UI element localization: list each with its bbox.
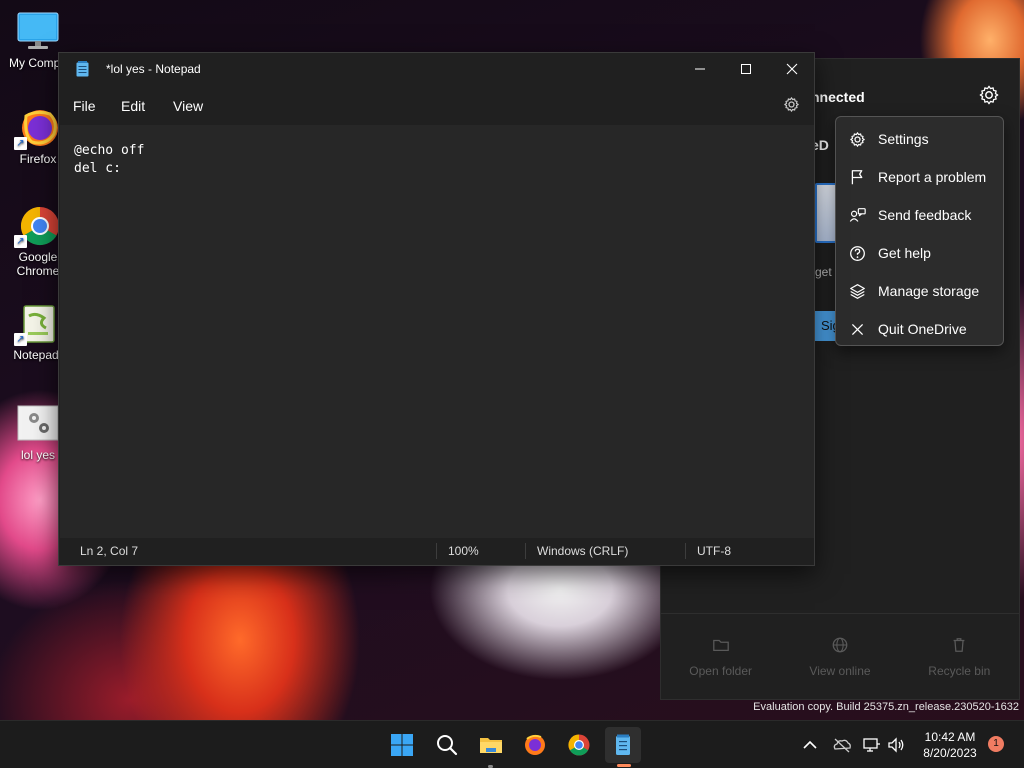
menu-item-label: Quit OneDrive: [878, 321, 967, 337]
text-editor[interactable]: @echo off del c:: [60, 125, 814, 538]
notepad-titlebar[interactable]: *lol yes - Notepad: [59, 53, 814, 85]
search-button[interactable]: [429, 727, 465, 763]
menu-item-quit-onedrive[interactable]: Quit OneDrive: [836, 310, 1003, 348]
menu-item-send-feedback[interactable]: Send feedback: [836, 196, 1003, 234]
clock-date[interactable]: 8/20/2023: [918, 746, 982, 760]
notepad-app-icon: [76, 61, 89, 77]
menu-item-label: Report a problem: [878, 169, 987, 185]
open-folder-label: Open folder: [689, 663, 753, 678]
close-button[interactable]: [769, 53, 815, 85]
active-app-indicator: [617, 764, 631, 767]
menu-item-label: Manage storage: [878, 283, 980, 299]
zoom-level[interactable]: 100%: [448, 544, 479, 558]
chrome-icon: ↗: [14, 204, 60, 248]
chevron-up-icon[interactable]: [800, 735, 820, 755]
desktop-icon-label: Notepad-: [13, 348, 63, 362]
evaluation-watermark: Evaluation copy. Build 25375.zn_release.…: [753, 701, 1019, 713]
search-icon: [437, 735, 458, 756]
notification-badge[interactable]: 1: [988, 736, 1004, 752]
volume-icon[interactable]: [886, 735, 906, 755]
menu-item-report-problem[interactable]: Report a problem: [836, 158, 1003, 196]
chrome-icon: [568, 734, 590, 756]
status-divider: [685, 543, 686, 559]
gear-icon: [850, 131, 865, 147]
file-explorer-button[interactable]: [473, 727, 509, 763]
clock-time[interactable]: 10:42 AM: [918, 730, 982, 744]
onedrive-settings-menu: Settings Report a problem Send feedback …: [835, 116, 1004, 346]
cursor-position: Ln 2, Col 7: [80, 544, 139, 558]
folder-icon: [712, 639, 729, 651]
status-divider: [436, 543, 437, 559]
view-online-label: View online: [809, 663, 871, 678]
taskbar: 10:42 AM 8/20/2023: [0, 720, 1024, 768]
notepad-app-icon: [616, 734, 630, 755]
close-icon: [786, 63, 798, 75]
chrome-taskbar-button[interactable]: [561, 727, 597, 763]
close-icon: [851, 323, 864, 335]
shortcut-arrow-icon: ↗: [14, 137, 27, 150]
feedback-icon: [849, 207, 866, 222]
minimize-icon: [695, 68, 705, 70]
firefox-taskbar-button[interactable]: [517, 727, 553, 763]
network-icon[interactable]: [862, 735, 882, 755]
onedrive-tray-icon[interactable]: [832, 735, 852, 755]
start-button[interactable]: [384, 727, 420, 763]
minimize-button[interactable]: [677, 53, 723, 85]
menu-item-settings[interactable]: Settings: [836, 120, 1003, 158]
notepad-taskbar-button[interactable]: [605, 727, 641, 763]
notepadpp-icon: ↗: [14, 302, 60, 346]
firefox-icon: [525, 734, 545, 755]
layers-icon: [850, 283, 865, 299]
flag-icon: [851, 169, 863, 184]
batch-file-icon: [16, 402, 60, 446]
view-online-button[interactable]: View online: [790, 636, 890, 678]
windows-logo-icon: [391, 734, 413, 756]
maximize-button[interactable]: [723, 53, 769, 85]
onedrive-status-text: nnected: [811, 89, 865, 105]
open-folder-button[interactable]: Open folder: [671, 636, 771, 678]
recycle-bin-label: Recycle bin: [928, 663, 991, 678]
line-ending[interactable]: Windows (CRLF): [537, 544, 628, 558]
gear-icon[interactable]: [978, 84, 1000, 106]
onedrive-description: get: [815, 265, 832, 279]
menu-edit[interactable]: Edit: [121, 98, 145, 114]
window-title: *lol yes - Notepad: [106, 62, 201, 76]
menu-view[interactable]: View: [173, 98, 203, 114]
menu-item-get-help[interactable]: Get help: [836, 234, 1003, 272]
menu-item-label: Send feedback: [878, 207, 972, 223]
shortcut-arrow-icon: ↗: [14, 235, 27, 248]
status-divider: [525, 543, 526, 559]
menu-item-manage-storage[interactable]: Manage storage: [836, 272, 1003, 310]
globe-icon: [832, 637, 848, 652]
help-icon: [850, 245, 865, 261]
folder-icon: [480, 738, 502, 753]
menu-file[interactable]: File: [73, 98, 96, 114]
desktop-icon-label: Firefox: [19, 152, 57, 166]
trash-icon: [953, 637, 965, 652]
gear-icon[interactable]: [783, 96, 800, 113]
onedrive-footer: Open folder View online Recycle bin: [661, 613, 1019, 699]
monitor-icon: [16, 10, 60, 54]
maximize-icon: [741, 64, 751, 74]
shortcut-arrow-icon: ↗: [14, 333, 27, 346]
notepad-window: *lol yes - Notepad File Edit View @echo …: [58, 52, 815, 566]
menu-item-label: Get help: [878, 245, 931, 261]
notepad-statusbar: Ln 2, Col 7 100% Windows (CRLF) UTF-8: [59, 537, 814, 565]
notepad-menubar: File Edit View: [59, 85, 814, 125]
firefox-icon: ↗: [14, 106, 60, 150]
encoding[interactable]: UTF-8: [697, 544, 731, 558]
desktop-icon-label: lol yes: [20, 448, 55, 462]
recycle-bin-button[interactable]: Recycle bin: [909, 636, 1009, 678]
menu-item-label: Settings: [878, 131, 929, 147]
